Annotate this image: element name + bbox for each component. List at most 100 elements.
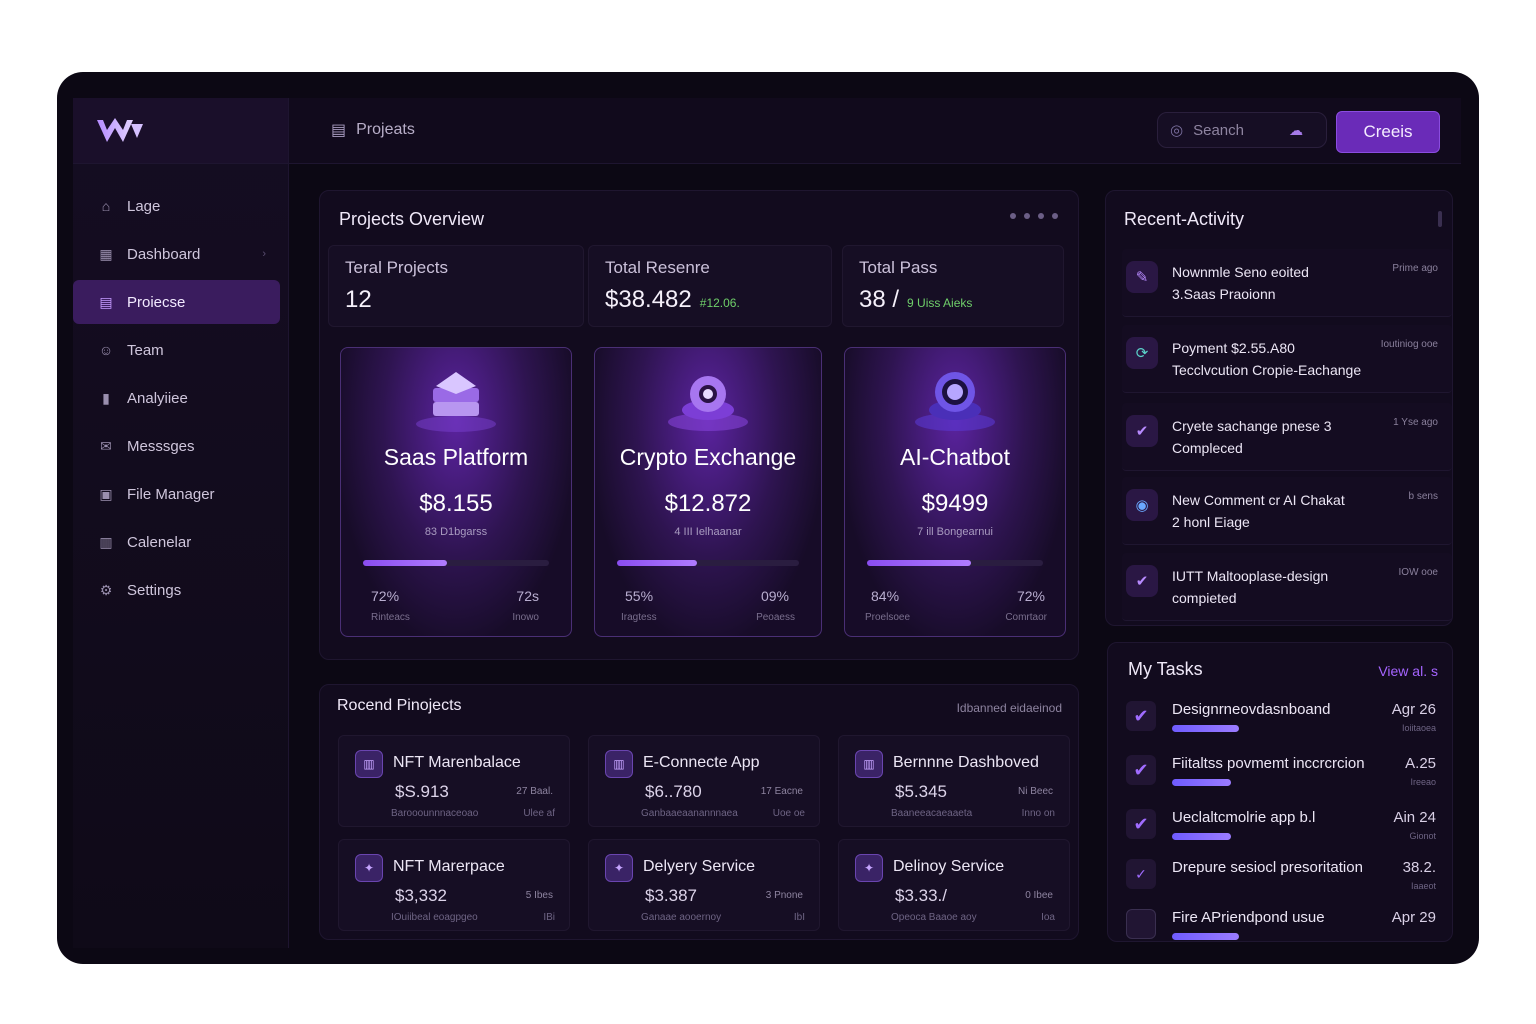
activity-line1: Poyment $2.55.A80 — [1172, 340, 1295, 356]
recent-project-sub2: Inno on — [1021, 808, 1055, 819]
task-date: Apr 29 — [1391, 909, 1436, 926]
task-item[interactable]: ✔ Designrneovdasnboand Agr 26 Ioiitaoea — [1126, 699, 1446, 749]
task-date: Agr 26 — [1391, 701, 1436, 718]
activity-time: IOW ooe — [1398, 567, 1438, 578]
task-item[interactable]: Fire APriendpond usue Apr 29 — [1126, 907, 1446, 957]
task-item[interactable]: ✔ Ueclaltcmolrie app b.l Ain 24 Gionot — [1126, 807, 1446, 857]
metric-right: 72% — [1016, 588, 1045, 604]
view-all-link[interactable]: View al. s — [1378, 663, 1438, 679]
comment-icon: ◉ — [1126, 489, 1158, 521]
check-icon: ✔ — [1126, 565, 1158, 597]
chart-icon: ▥ — [855, 750, 883, 778]
recent-project-card[interactable]: ✦ NFT Marerpace $3,332 5 Ibes IOuiibeal … — [338, 839, 570, 931]
messages-icon: ✉ — [100, 437, 112, 454]
panel-title: My Tasks — [1128, 659, 1203, 679]
search-icon: ◎ — [1170, 122, 1184, 139]
recent-project-name: Bernnne Dashboved — [893, 754, 1039, 771]
task-date: A.25 — [1405, 755, 1436, 772]
task-item[interactable]: ✔ Fiitaltss povmemt inccrcrcion A.25 Ire… — [1126, 753, 1446, 803]
activity-line2: 3.Saas Praoionn — [1172, 286, 1276, 302]
recent-project-meta: Ni Beec — [1017, 786, 1053, 797]
more-options-icon[interactable] — [1010, 213, 1058, 219]
task-progress-bar — [1172, 933, 1239, 940]
metric-left-label: Rinteacs — [371, 612, 410, 623]
task-title: Fiitaltss povmemt inccrcrcion — [1172, 755, 1365, 772]
activity-time: 1 Yse ago — [1393, 417, 1438, 428]
stat-value: 12 — [345, 286, 372, 313]
sidebar-item-label: Calenelar — [127, 533, 192, 551]
task-sub: Ioiitaoea — [1401, 723, 1436, 733]
recent-project-card[interactable]: ▥ NFT Marenbalace $S.913 27 Baal. Barooo… — [338, 735, 570, 827]
activity-line1: Nownmle Seno eoited — [1172, 264, 1309, 280]
breadcrumb-label: Projeats — [356, 121, 415, 138]
view-all-link[interactable]: Idbanned eidaeinod — [957, 701, 1062, 715]
activity-item[interactable]: ✔ IUTT Maltooplase-design compieted IOW o… — [1122, 553, 1452, 621]
scrollbar[interactable] — [1438, 211, 1442, 227]
project-card-crypto[interactable]: Crypto Exchange $12.872 4 III Ielhaanar … — [594, 347, 822, 637]
task-sub: Gionot — [1409, 831, 1436, 841]
sidebar-item-messages[interactable]: ✉ Messsges — [73, 424, 280, 468]
search-placeholder: Seanch — [1193, 121, 1244, 139]
sidebar-item-dashboard[interactable]: ▦ Dashboard › — [73, 232, 280, 276]
stat-change: #12.06. — [699, 296, 740, 310]
recent-project-value: $3,332 — [395, 886, 447, 905]
task-checkbox[interactable]: ✓ — [1126, 859, 1156, 889]
activity-item[interactable]: ✎ Nownmle Seno eoited 3.Saas Praoionn Pri… — [1122, 249, 1452, 317]
recent-project-card[interactable]: ✦ Delyery Service $3.387 3 Pnone Ganaae … — [588, 839, 820, 931]
sidebar-item-settings[interactable]: ⚙ Settings — [73, 568, 280, 612]
task-checkbox[interactable]: ✔ — [1126, 809, 1156, 839]
task-checkbox[interactable] — [1126, 909, 1156, 939]
task-checkbox[interactable]: ✔ — [1126, 701, 1156, 731]
activity-time: Prime ago — [1392, 263, 1438, 274]
recent-project-card[interactable]: ▥ Bernnne Dashboved $5.345 Ni Beec Baane… — [838, 735, 1070, 827]
task-title: Ueclaltcmolrie app b.l — [1172, 809, 1316, 826]
logo-icon — [97, 117, 143, 142]
sidebar-item-analytics[interactable]: ▮ Analyiiee — [73, 376, 280, 420]
activity-item[interactable]: ✔ Cryete sachange pnese 3 Compleced 1 Yse… — [1122, 403, 1452, 471]
recent-project-value: $S.913 — [395, 782, 449, 801]
project-value: $12.872 — [664, 490, 752, 517]
palette-icon: ✦ — [855, 854, 883, 882]
task-checkbox[interactable]: ✔ — [1126, 755, 1156, 785]
recent-project-card[interactable]: ✦ Delinoy Service $3.33./ 0 Ibee Opeoca … — [838, 839, 1070, 931]
sidebar-item-label: Analyiiee — [127, 389, 188, 407]
activity-item[interactable]: ⟳ Poyment $2.55.A80 Tecclvcution Cropie-E… — [1122, 325, 1452, 393]
analytics-icon: ▮ — [102, 389, 110, 406]
activity-item[interactable]: ◉ New Comment cr AI Chakat 2 honl Eiage b… — [1122, 477, 1452, 545]
recent-projects-panel: Rocend Pinojects Idbanned eidaeinod ▥ NF… — [319, 684, 1079, 940]
server-stack-icon — [416, 372, 496, 432]
sidebar-item-label: Messsges — [127, 437, 195, 455]
recent-project-card[interactable]: ▥ E-Connecte App $6..780 17 Eacne Ganbaa… — [588, 735, 820, 827]
metric-right: 72s — [516, 588, 539, 604]
home-icon: ⌂ — [101, 198, 111, 214]
projects-overview-panel: Projects Overview Teral Projects 12 Tota… — [319, 190, 1079, 660]
sidebar-item-calendar[interactable]: ▥ Calenelar — [73, 520, 280, 564]
project-card-saas[interactable]: Saas Platform $8.155 83 D1bgarss 72% 72s… — [340, 347, 572, 637]
sidebar-item-projects[interactable]: ▤ Proiecse — [73, 280, 280, 324]
project-card-chatbot[interactable]: AI-Chatbot $9499 7 ill Bongearnui 84% 72… — [844, 347, 1066, 637]
activity-line2: 2 honl Eiage — [1172, 514, 1250, 530]
sidebar-item-file-manager[interactable]: ▣ File Manager — [73, 472, 280, 516]
sidebar-item-team[interactable]: ☺ Team — [73, 328, 280, 372]
recent-project-meta: 3 Pnone — [765, 890, 803, 901]
recent-project-name: Delinoy Service — [893, 858, 1005, 875]
task-item[interactable]: ✓ Drepure sesiocl presoritation 38.2. Ia… — [1126, 857, 1446, 907]
brand-logo[interactable] — [73, 98, 288, 164]
my-tasks-panel: My Tasks View al. s ✔ Designrneovdasnboa… — [1107, 642, 1453, 942]
stat-total-passes: Total Pass 38 / 9 Uiss Aieks — [842, 245, 1064, 327]
sidebar-item-label: Dashboard — [127, 245, 201, 263]
file-manager-icon: ▣ — [99, 485, 113, 502]
metric-left: 84% — [871, 588, 900, 604]
sidebar-item-label: Settings — [127, 581, 182, 599]
sidebar: ⌂ Lage ▦ Dashboard › ▤ Proiecse ☺ Team ▮ Analy… — [73, 98, 289, 948]
create-button[interactable]: Creeis — [1336, 111, 1440, 153]
metric-left: 72% — [371, 588, 400, 604]
sidebar-item-label: File Manager — [127, 485, 215, 503]
activity-line1: Cryete sachange pnese 3 — [1172, 418, 1332, 434]
cloud-icon[interactable]: ☁ — [1289, 122, 1303, 139]
progress-fill — [363, 560, 447, 566]
recent-project-sub2: Ulee af — [523, 808, 555, 819]
task-progress-bar — [1172, 833, 1231, 840]
sidebar-item-home[interactable]: ⌂ Lage — [73, 184, 280, 228]
metric-left-label: Proelsoee — [865, 612, 911, 623]
